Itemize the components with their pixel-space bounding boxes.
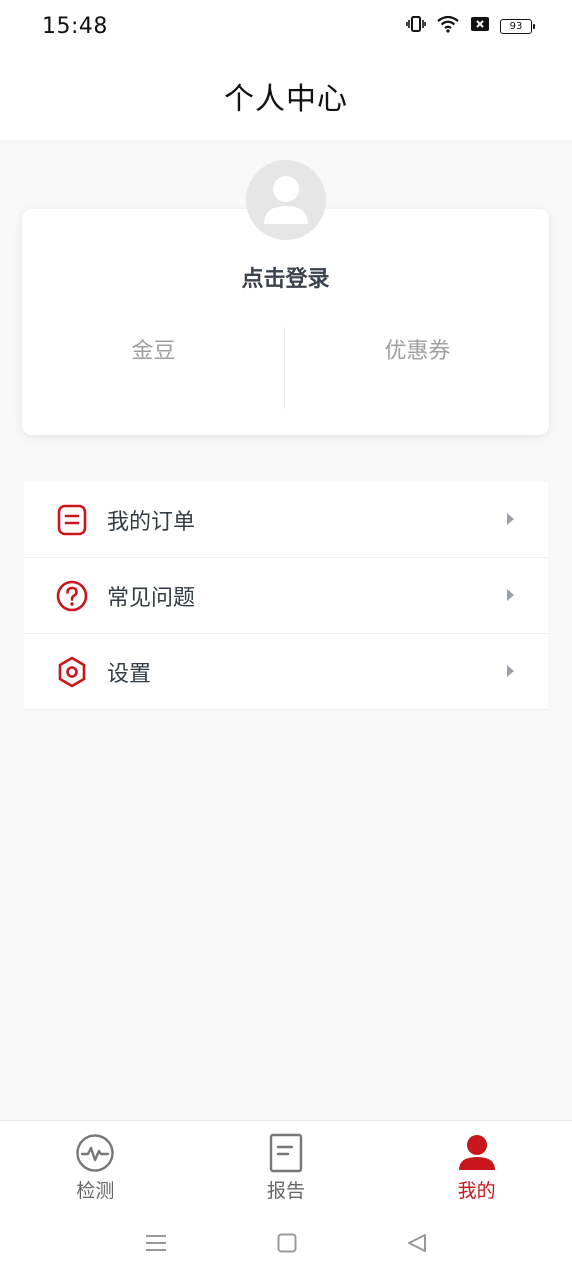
- tab-label: 报告: [267, 1180, 306, 1202]
- question-icon: [56, 580, 88, 612]
- back-icon[interactable]: [407, 1233, 427, 1257]
- page-title: 个人中心: [224, 82, 348, 117]
- status-icons: 93: [406, 15, 535, 37]
- tab-label: 检测: [76, 1180, 115, 1202]
- menu-item-settings[interactable]: 设置: [24, 634, 548, 710]
- battery-icon: 93: [500, 18, 535, 34]
- chevron-right-icon: [507, 513, 514, 525]
- tab-report[interactable]: 报告: [191, 1121, 382, 1210]
- order-icon: [56, 504, 88, 536]
- status-bar: 15:48 93: [0, 0, 572, 52]
- profile-card: 点击登录 金豆 优惠券: [22, 209, 549, 435]
- stat-gold-beans[interactable]: 金豆: [22, 333, 285, 365]
- chevron-right-icon: [507, 589, 514, 601]
- menu-item-label: 我的订单: [107, 509, 196, 535]
- system-nav-bar: [0, 1210, 572, 1280]
- menu-item-label: 常见问题: [107, 585, 196, 611]
- stat-divider: [284, 327, 285, 409]
- user-icon: [457, 1133, 497, 1173]
- tab-detect[interactable]: 检测: [0, 1121, 191, 1210]
- status-time: 15:48: [42, 13, 108, 39]
- wifi-icon: [436, 15, 460, 37]
- chevron-right-icon: [507, 665, 514, 677]
- menu-item-label: 设置: [107, 661, 152, 687]
- no-sim-icon: [470, 15, 490, 37]
- pulse-icon: [75, 1133, 115, 1173]
- menu-item-faq[interactable]: 常见问题: [24, 558, 548, 634]
- screen: 15:48 93 个人中心 点击登录 金豆 优惠券 我的订单 常见问题 设置 检…: [0, 0, 572, 1280]
- menu-icon[interactable]: [145, 1233, 167, 1257]
- tab-label: 我的: [457, 1180, 496, 1202]
- login-button[interactable]: 点击登录: [22, 261, 549, 293]
- header: 个人中心: [0, 52, 572, 140]
- report-icon: [266, 1133, 306, 1173]
- vibrate-icon: [406, 15, 426, 37]
- home-icon[interactable]: [277, 1233, 297, 1257]
- menu-item-orders[interactable]: 我的订单: [24, 482, 548, 558]
- tab-bar: 检测 报告 我的: [0, 1120, 572, 1210]
- tab-mine[interactable]: 我的: [381, 1121, 572, 1210]
- settings-icon: [56, 656, 88, 688]
- avatar-user-icon: [264, 176, 308, 224]
- avatar[interactable]: [246, 160, 326, 240]
- menu-list: 我的订单 常见问题 设置: [24, 482, 548, 710]
- stat-coupons[interactable]: 优惠券: [286, 333, 549, 365]
